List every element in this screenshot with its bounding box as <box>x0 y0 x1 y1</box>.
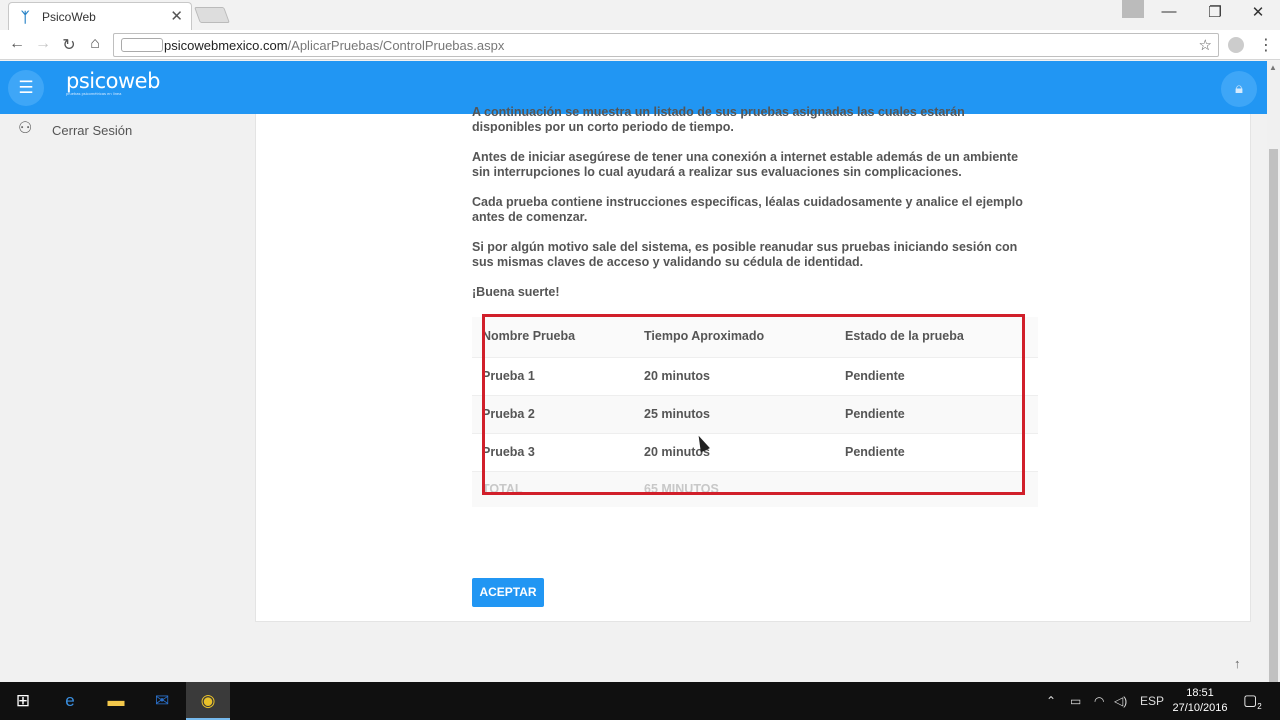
notification-count: 2 <box>1257 702 1262 711</box>
red-highlight-box <box>482 314 1025 495</box>
sidebar-item-logout[interactable]: ⚇ Cerrar Sesión <box>18 118 218 140</box>
extension-icon[interactable] <box>1228 37 1244 53</box>
notifications-icon[interactable]: ▢2 <box>1243 691 1262 711</box>
windows-start-icon[interactable]: ⊞ <box>10 689 36 713</box>
scroll-to-top-icon[interactable]: ↑ <box>1234 656 1241 671</box>
address-bar[interactable]: psicowebmexico.com/AplicarPruebas/Contro… <box>113 33 1219 57</box>
sidebar-item-label: Cerrar Sesión <box>52 123 133 138</box>
forward-icon[interactable]: → <box>33 35 53 53</box>
psicoweb-favicon-icon: ᛉ <box>21 9 30 25</box>
profile-icon[interactable] <box>1122 0 1144 18</box>
chrome-icon[interactable]: ◉ <box>186 682 230 720</box>
file-explorer-icon[interactable]: ▬ <box>103 689 129 713</box>
psicoweb-logo[interactable]: psicoweb pruebas psicométricas en línea <box>66 69 160 96</box>
url-host: psicowebmexico.com <box>164 38 288 53</box>
hamburger-menu-icon[interactable]: ☰ <box>8 70 44 106</box>
outlook-icon[interactable]: ✉ <box>149 689 175 713</box>
url-path: /AplicarPruebas/ControlPruebas.aspx <box>287 38 505 53</box>
language-indicator[interactable]: ESP <box>1140 694 1164 708</box>
bookmark-star-icon[interactable]: ☆ <box>1199 36 1212 54</box>
tests-card: A continuación se muestra un listado de … <box>255 105 1251 622</box>
volume-icon[interactable]: ◁) <box>1114 694 1127 708</box>
new-tab-button[interactable] <box>194 7 230 23</box>
clock-time: 18:51 <box>1186 687 1214 699</box>
taskbar: ⊞ e ▬ ✉ ◉ ⌃ ▭ ◠ ◁) ESP 18:51 27/10/2016 … <box>0 682 1280 720</box>
scroll-up-arrow-icon[interactable]: ▲ <box>1269 63 1277 72</box>
battery-icon[interactable]: ▭ <box>1070 694 1081 708</box>
browser-toolbar: ← → ↻ ⌂ psicowebmexico.com/AplicarPrueba… <box>0 30 1280 60</box>
logo-text: psicoweb <box>66 69 160 93</box>
tray-chevron-icon[interactable]: ⌃ <box>1046 694 1056 708</box>
close-window-button[interactable]: ✕ <box>1243 3 1273 21</box>
restore-button[interactable]: ❐ <box>1200 3 1230 21</box>
instructions-paragraph: Cada prueba contiene instrucciones espec… <box>472 195 1023 224</box>
connection-paragraph: Antes de iniciar asegúrese de tener una … <box>472 150 1019 179</box>
wifi-icon[interactable]: ◠ <box>1094 694 1104 708</box>
clock-date: 27/10/2016 <box>1172 702 1228 714</box>
redacted-url-part <box>121 38 163 52</box>
lock-icon[interactable]: 🔒︎ <box>1221 71 1257 107</box>
browser-tabstrip: ᛉ PsicoWeb ✕ — ❐ ✕ <box>0 0 1280 30</box>
page-scrollbar[interactable]: ▲ <box>1267 61 1280 720</box>
good-luck-text: ¡Buena suerte! <box>472 285 560 299</box>
tab-title: PsicoWeb <box>42 10 96 24</box>
reload-icon[interactable]: ↻ <box>59 35 79 55</box>
user-icon: ⚇ <box>18 120 33 137</box>
clock[interactable]: 18:51 27/10/2016 <box>1168 686 1232 716</box>
url-text: psicowebmexico.com/AplicarPruebas/Contro… <box>164 38 504 53</box>
close-tab-icon[interactable]: ✕ <box>170 7 183 25</box>
accept-button[interactable]: ACEPTAR <box>472 578 544 607</box>
browser-menu-icon[interactable]: ⋮ <box>1258 35 1274 55</box>
minimize-button[interactable]: — <box>1154 3 1184 20</box>
resume-paragraph: Si por algún motivo sale del sistema, es… <box>472 240 1018 269</box>
home-icon[interactable]: ⌂ <box>85 35 105 53</box>
sidebar: ⚇ Cerrar Sesión <box>0 114 240 682</box>
edge-icon[interactable]: e <box>57 689 83 713</box>
browser-tab[interactable]: ᛉ PsicoWeb ✕ <box>8 2 192 30</box>
intro-paragraph: A continuación se muestra un listado de … <box>472 105 965 133</box>
scrollbar-thumb[interactable] <box>1269 149 1278 720</box>
back-icon[interactable]: ← <box>7 35 27 53</box>
